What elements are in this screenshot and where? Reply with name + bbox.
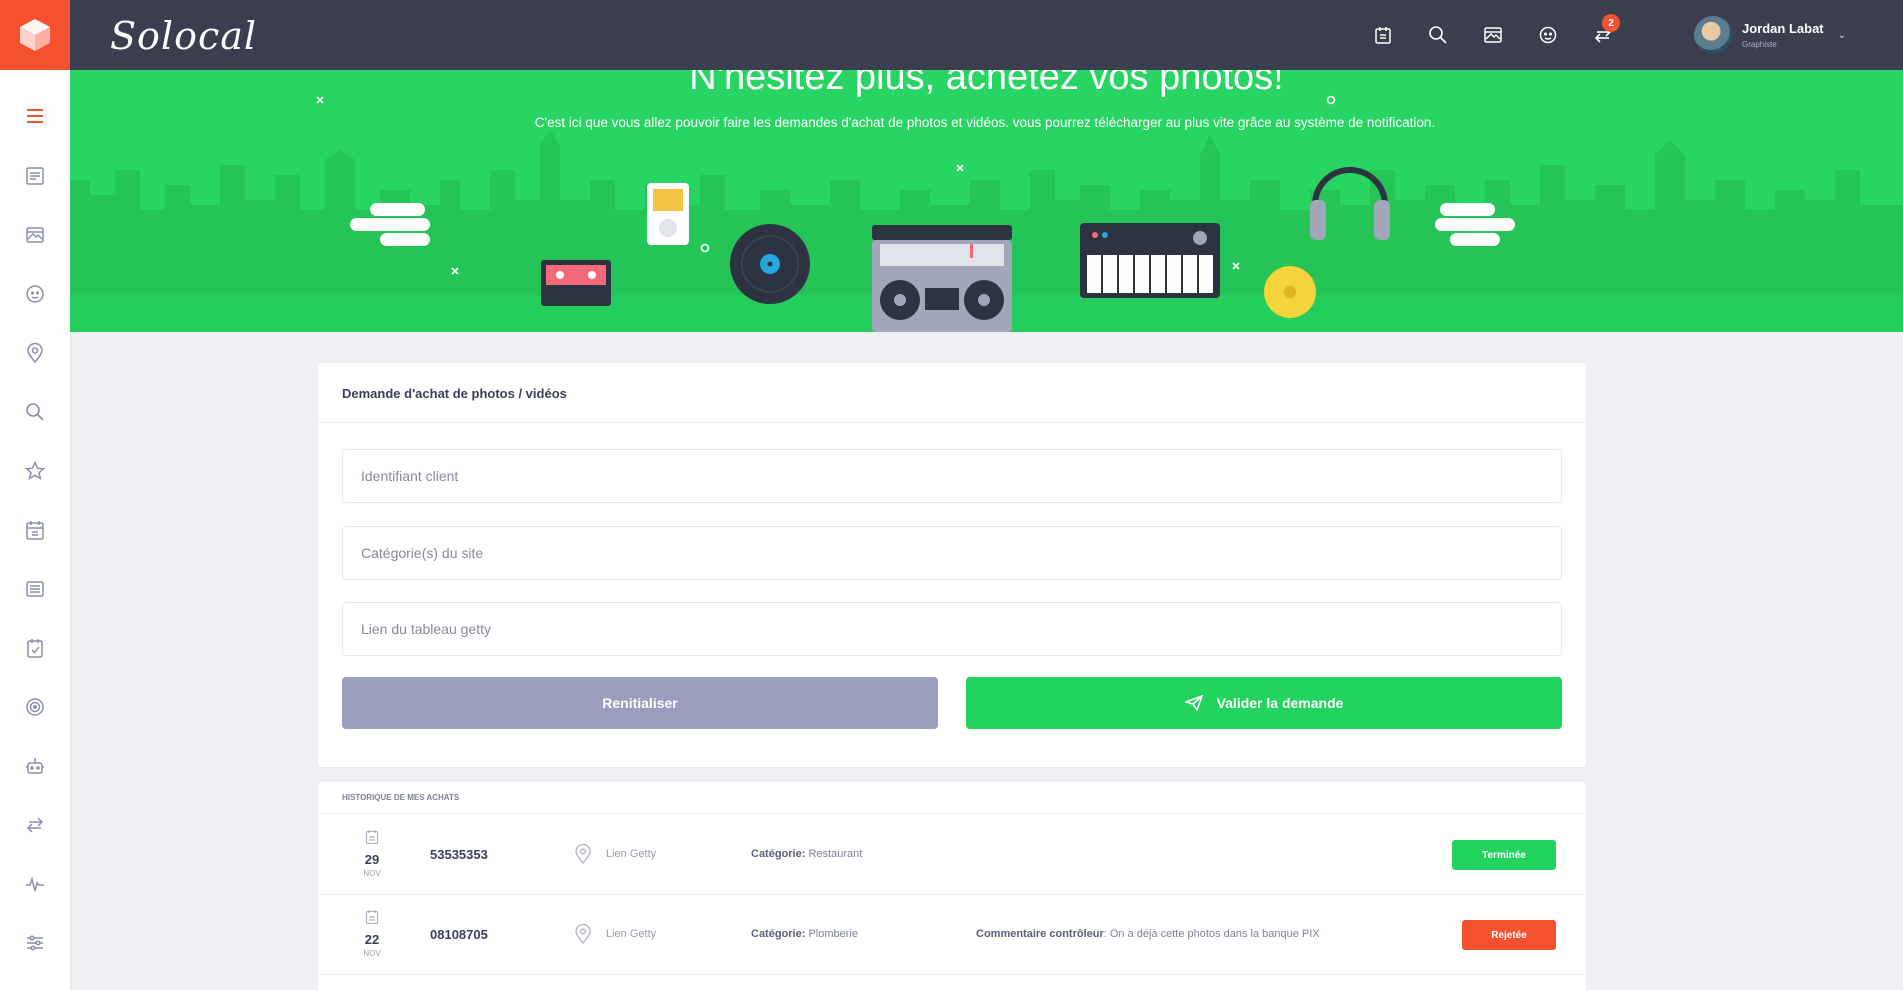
purchase-request-form: Demande d'achat de photos / vidéos Renit… — [318, 363, 1586, 767]
banner-description: C'est ici que vous allez pouvoir faire l… — [534, 115, 1436, 130]
getty-link-label: Lien Getty — [606, 848, 657, 860]
purchase-history: Historique de mes achats 29 NOV 53535353… — [318, 782, 1586, 990]
getty-link[interactable]: Lien Getty — [574, 844, 656, 864]
star-icon[interactable] — [20, 456, 50, 486]
submit-button-label: Valider la demande — [1216, 695, 1344, 711]
table-row: 22 NOV 08108705 Lien Getty Catégorie: Pl… — [318, 895, 1586, 975]
top-bar: Solocal 2 Jordan Labat Graphiste ⌄ — [0, 0, 1903, 70]
settings-icon[interactable] — [20, 928, 50, 958]
sidebar — [0, 70, 70, 990]
articles-icon[interactable] — [20, 161, 50, 191]
face-icon[interactable] — [1529, 16, 1567, 54]
brand-logo[interactable]: Solocal — [110, 14, 257, 58]
activity-icon[interactable] — [20, 869, 50, 899]
chevron-down-icon: ⌄ — [1837, 29, 1847, 41]
reset-button[interactable]: Renitialiser — [342, 677, 938, 729]
table-row: 29 NOV 53535353 Lien Getty Catégorie: Re… — [318, 815, 1586, 895]
getty-link-input[interactable] — [342, 602, 1562, 656]
category-label: Catégorie: — [751, 928, 806, 940]
notification-badge: 2 — [1602, 14, 1620, 32]
gallery-icon[interactable] — [1474, 16, 1512, 54]
row-controller-comment: Commentaire contrôleur: On a déjà cette … — [976, 928, 1320, 940]
checklist-icon[interactable] — [20, 633, 50, 663]
getty-link[interactable]: Lien Getty — [574, 924, 656, 944]
submit-request-button[interactable]: Valider la demande — [966, 677, 1562, 729]
row-month: NOV — [363, 949, 381, 958]
transfer-icon[interactable]: 2 — [1584, 14, 1622, 54]
calendar-icon — [365, 910, 379, 925]
comment-value: : On a déjà cette photos dans la banque … — [1103, 928, 1320, 940]
site-category-input[interactable] — [342, 526, 1562, 580]
form-title: Demande d'achat de photos / vidéos — [318, 363, 1586, 423]
avatar — [1694, 16, 1732, 54]
calendar-icon[interactable] — [20, 515, 50, 545]
search-icon[interactable] — [20, 397, 50, 427]
send-icon — [1184, 695, 1203, 711]
row-category: Catégorie: Restaurant — [751, 848, 862, 860]
status-badge: Terminée — [1452, 840, 1556, 870]
app-logo[interactable] — [0, 0, 70, 70]
status-badge: Rejetée — [1462, 920, 1556, 950]
category-value: Restaurant — [808, 848, 863, 860]
hero-banner: N'hésitez plus, achetez vos photos! C'es… — [70, 70, 1903, 332]
user-menu[interactable]: Jordan Labat Graphiste ⌄ — [1694, 16, 1846, 54]
row-client-id: 53535353 — [430, 847, 488, 862]
client-id-input[interactable] — [342, 449, 1562, 503]
row-category: Catégorie: Plomberie — [751, 928, 858, 940]
city-illustration — [70, 95, 1903, 332]
menu-icon[interactable] — [20, 101, 50, 131]
row-day: 29 — [364, 852, 380, 867]
location-icon[interactable] — [20, 338, 50, 368]
face-icon[interactable] — [20, 279, 50, 309]
reset-button-label: Renitialiser — [602, 695, 678, 711]
row-day: 22 — [364, 932, 380, 947]
location-icon — [575, 844, 591, 864]
row-month: NOV — [363, 869, 381, 878]
news-icon[interactable] — [20, 574, 50, 604]
location-icon — [575, 924, 591, 944]
user-role: Graphiste — [1742, 40, 1777, 49]
search-icon[interactable] — [1419, 16, 1457, 54]
banner-title: N'hésitez plus, achetez vos photos! — [689, 70, 1284, 98]
category-value: Plomberie — [808, 928, 858, 940]
category-label: Catégorie: — [751, 848, 806, 860]
robot-icon[interactable] — [20, 751, 50, 781]
comment-label: Commentaire contrôleur — [976, 928, 1104, 940]
row-client-id: 08108705 — [430, 927, 488, 942]
user-name: Jordan Labat — [1742, 21, 1824, 36]
calendar-icon — [365, 830, 379, 845]
row-date: 22 NOV — [358, 909, 386, 958]
gallery-icon[interactable] — [20, 220, 50, 250]
row-date: 29 NOV — [358, 829, 386, 878]
getty-link-label: Lien Getty — [606, 928, 657, 940]
history-title: Historique de mes achats — [318, 782, 1586, 814]
calendar-icon[interactable] — [1364, 16, 1402, 54]
cube-icon — [20, 19, 50, 51]
transfer-icon[interactable] — [20, 810, 50, 840]
top-toolbar: 2 — [1364, 14, 1622, 54]
target-icon[interactable] — [20, 692, 50, 722]
